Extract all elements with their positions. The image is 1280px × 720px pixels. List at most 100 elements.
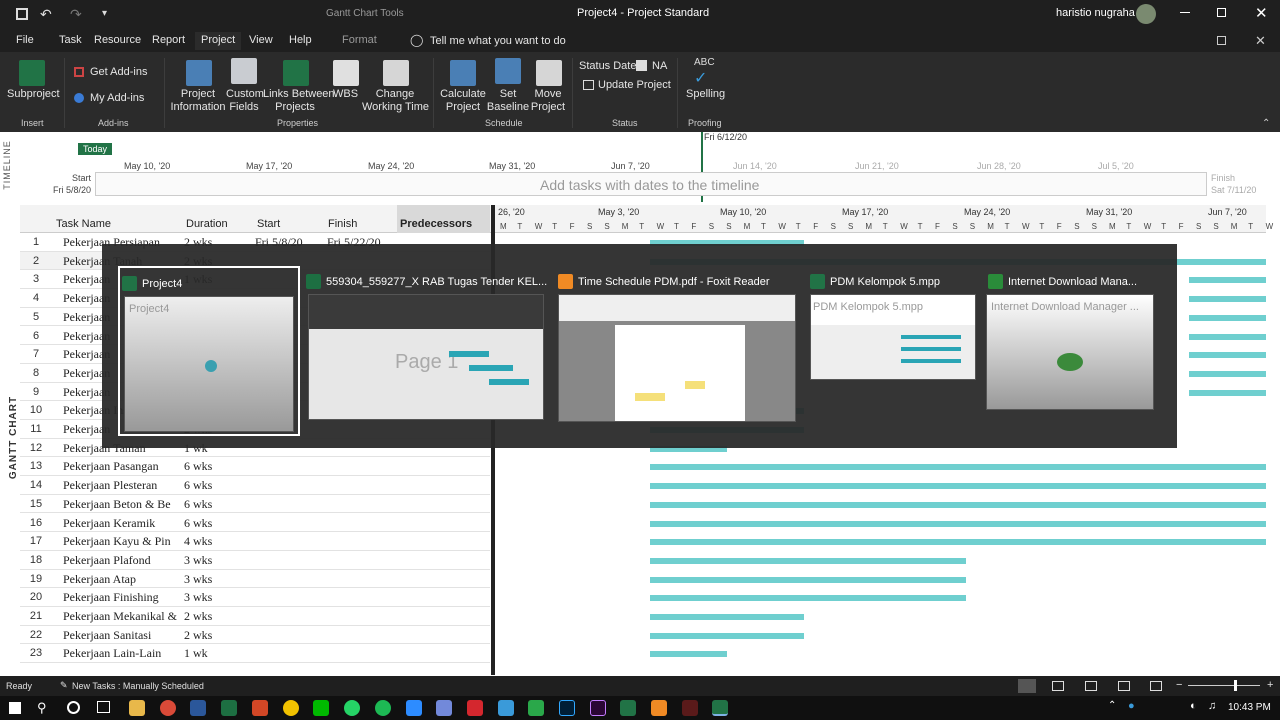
- gantt-bar[interactable]: [1189, 352, 1266, 359]
- undo-icon[interactable]: ↶: [40, 6, 52, 23]
- tell-me-input[interactable]: Tell me what you want to do: [430, 35, 566, 47]
- discord-icon[interactable]: [436, 700, 452, 716]
- powerpoint-icon[interactable]: [252, 700, 268, 716]
- gantt-bar[interactable]: [650, 557, 966, 564]
- customize-qat-icon[interactable]: ▾: [102, 8, 107, 19]
- table-row[interactable]: 19 Pekerjaan Atap 3 wks: [20, 570, 490, 589]
- whatsapp-icon[interactable]: [344, 700, 360, 716]
- report-icon[interactable]: [1150, 681, 1162, 691]
- task-name-cell[interactable]: Pekerjaan Lain-Lain: [63, 646, 189, 661]
- calculate-project-button[interactable]: Calculate Project: [440, 88, 486, 114]
- status-date-value[interactable]: NA: [652, 60, 667, 73]
- row-number[interactable]: 10: [20, 404, 52, 416]
- gantt-bar[interactable]: [650, 595, 966, 602]
- bluetooth-icon[interactable]: ●: [1128, 700, 1135, 712]
- row-number[interactable]: 1: [20, 236, 52, 248]
- row-number[interactable]: 20: [20, 591, 52, 603]
- task-view-icon[interactable]: [97, 701, 110, 713]
- project-active-icon[interactable]: [712, 700, 728, 716]
- row-number[interactable]: 17: [20, 535, 52, 547]
- row-number[interactable]: 2: [20, 255, 52, 267]
- row-number[interactable]: 19: [20, 573, 52, 585]
- gantt-bar[interactable]: [650, 614, 804, 620]
- collapse-ribbon-icon[interactable]: ⌃: [1262, 118, 1270, 129]
- duration-cell[interactable]: 3 wks: [184, 553, 212, 568]
- row-number[interactable]: 22: [20, 629, 52, 641]
- network-icon[interactable]: ◐: [1190, 700, 1197, 712]
- wbs-button[interactable]: WBS: [333, 88, 358, 101]
- row-number[interactable]: 14: [20, 479, 52, 491]
- switcher-window-foxit[interactable]: Time Schedule PDM.pdf - Foxit Reader: [556, 266, 796, 436]
- duration-cell[interactable]: 4 wks: [184, 534, 212, 549]
- search-icon[interactable]: ⚲: [37, 700, 47, 716]
- gantt-bar[interactable]: [650, 501, 1266, 508]
- tab-resource[interactable]: Resource: [94, 34, 141, 46]
- gantt-bar[interactable]: [650, 651, 727, 658]
- ribbon-restore-icon[interactable]: [1217, 36, 1226, 45]
- project-taskbar-icon[interactable]: [620, 700, 636, 716]
- my-addins-button[interactable]: My Add-ins: [90, 92, 144, 105]
- duration-cell[interactable]: 6 wks: [184, 497, 212, 512]
- gantt-bar[interactable]: [650, 464, 1266, 471]
- duration-cell[interactable]: 2 wks: [184, 609, 212, 624]
- duration-cell[interactable]: 2 wks: [184, 628, 212, 643]
- table-row[interactable]: 20 Pekerjaan Finishing 3 wks: [20, 588, 490, 607]
- table-row[interactable]: 18 Pekerjaan Plafond 3 wks: [20, 551, 490, 570]
- resource-sheet-icon[interactable]: [1118, 681, 1130, 691]
- save-icon[interactable]: [16, 8, 28, 20]
- task-name-cell[interactable]: Pekerjaan Kayu & Pin: [63, 534, 189, 549]
- row-number[interactable]: 15: [20, 498, 52, 510]
- zoom-in-icon[interactable]: +: [1267, 679, 1273, 691]
- gantt-bar[interactable]: [1189, 370, 1266, 377]
- tray-chevron-icon[interactable]: ⌃: [1108, 700, 1116, 711]
- table-row[interactable]: 22 Pekerjaan Sanitasi 2 wks: [20, 626, 490, 645]
- table-row[interactable]: 16 Pekerjaan Keramik 6 wks: [20, 514, 490, 533]
- line-icon[interactable]: [313, 700, 329, 716]
- row-number[interactable]: 16: [20, 517, 52, 529]
- table-row[interactable]: 13 Pekerjaan Pasangan 6 wks: [20, 457, 490, 477]
- zoom-slider-thumb[interactable]: [1234, 680, 1237, 691]
- table-row[interactable]: 14 Pekerjaan Plesteran 6 wks: [20, 476, 490, 495]
- row-number[interactable]: 6: [20, 330, 52, 342]
- zoom-icon[interactable]: [406, 700, 422, 716]
- task-name-cell[interactable]: Pekerjaan Mekanikal &: [63, 609, 189, 624]
- row-number[interactable]: 3: [20, 273, 52, 285]
- photoshop-icon[interactable]: [559, 700, 575, 716]
- gantt-bar[interactable]: [650, 539, 1266, 546]
- row-number[interactable]: 12: [20, 442, 52, 454]
- tab-view[interactable]: View: [249, 34, 273, 46]
- project-information-button[interactable]: Project Information: [170, 88, 226, 114]
- gantt-bar[interactable]: [1189, 277, 1266, 284]
- acrobat-icon[interactable]: [467, 700, 483, 716]
- chrome-icon[interactable]: [160, 700, 176, 716]
- task-name-cell[interactable]: Pekerjaan Beton & Be: [63, 497, 189, 512]
- row-number[interactable]: 11: [20, 423, 52, 435]
- spotify-icon[interactable]: [375, 700, 391, 716]
- task-name-cell[interactable]: Pekerjaan Sanitasi: [63, 628, 189, 643]
- gantt-bar[interactable]: [1189, 296, 1266, 303]
- subproject-icon[interactable]: [19, 60, 45, 86]
- task-name-cell[interactable]: Pekerjaan Keramik: [63, 516, 189, 531]
- gantt-bar[interactable]: [1189, 389, 1266, 396]
- clock[interactable]: 10:43 PM: [1228, 702, 1271, 713]
- tab-file[interactable]: File: [16, 34, 34, 46]
- task-name-cell[interactable]: Pekerjaan Atap: [63, 572, 189, 587]
- task-usage-icon[interactable]: [1052, 681, 1064, 691]
- tool-icon[interactable]: [498, 700, 514, 716]
- spelling-button[interactable]: Spelling: [686, 88, 725, 101]
- user-name[interactable]: haristio nugraha: [1056, 7, 1135, 19]
- subproject-button[interactable]: Subproject: [7, 88, 60, 101]
- excel-icon[interactable]: [221, 700, 237, 716]
- task-name-cell[interactable]: Pekerjaan Pasangan: [63, 459, 189, 474]
- table-row[interactable]: 21 Pekerjaan Mekanikal & 2 wks: [20, 607, 490, 626]
- update-project-button[interactable]: Update Project: [598, 79, 671, 92]
- tab-format[interactable]: Format: [342, 34, 377, 46]
- gantt-bar[interactable]: [650, 632, 804, 639]
- col-start[interactable]: Start: [257, 218, 280, 230]
- custom-fields-button[interactable]: Custom Fields: [226, 88, 264, 114]
- change-working-time-button[interactable]: Change Working Time: [362, 88, 429, 114]
- timeline[interactable]: TIMELINE Today Fri 6/12/20 May 10, '20 M…: [0, 132, 1280, 202]
- team-planner-icon[interactable]: [1085, 681, 1097, 691]
- duration-cell[interactable]: 6 wks: [184, 516, 212, 531]
- duration-cell[interactable]: 6 wks: [184, 478, 212, 493]
